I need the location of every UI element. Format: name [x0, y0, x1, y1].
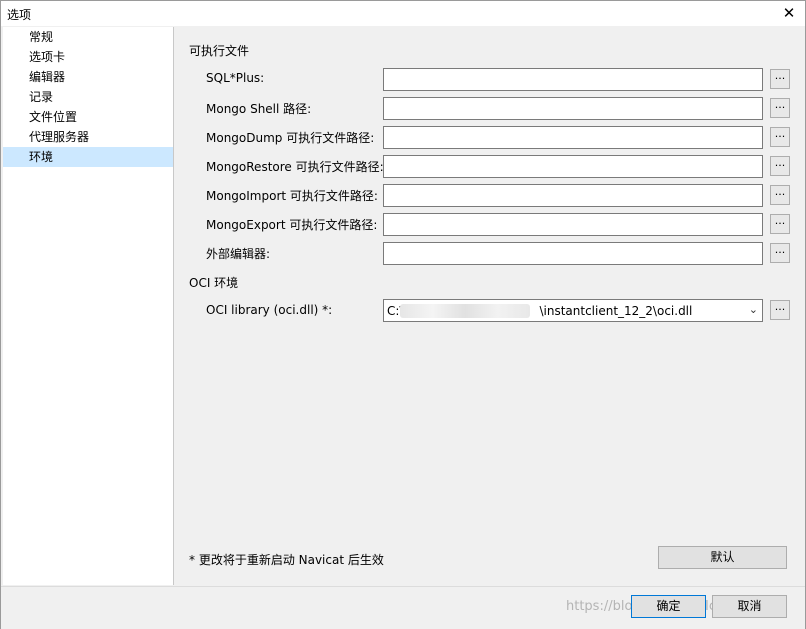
mongodump-label: MongoDump 可执行文件路径: [206, 131, 375, 145]
ok-button[interactable]: 确定 [631, 595, 706, 618]
oci-library-select[interactable]: C:\ \instantclient_12_2\oci.dll ⌄ [383, 299, 763, 322]
external-editor-path-input[interactable] [383, 242, 763, 265]
sidebar-item-file-location[interactable]: 文件位置 [3, 107, 173, 127]
dialog-button-bar: https://blog.csdn.net/Ic_noydvar 确定 取消 [1, 586, 805, 629]
category-list: 常规 选项卡 编辑器 记录 文件位置 代理服务器 环境 [3, 27, 174, 585]
mongo-shell-path-input[interactable] [383, 97, 763, 120]
sidebar-item-environment[interactable]: 环境 [3, 147, 173, 167]
sidebar-item-general[interactable]: 常规 [3, 27, 173, 47]
default-button[interactable]: 默认 [658, 546, 787, 569]
chevron-down-icon: ⌄ [748, 303, 758, 316]
sidebar-item-records[interactable]: 记录 [3, 87, 173, 107]
mongoimport-path-input[interactable] [383, 184, 763, 207]
mongodump-path-input[interactable] [383, 126, 763, 149]
mongoimport-label: MongoImport 可执行文件路径: [206, 189, 378, 203]
oci-library-label: OCI library (oci.dll) *: [206, 303, 333, 317]
mongoimport-browse-button[interactable]: ... [770, 185, 790, 205]
sqlplus-browse-button[interactable]: ... [770, 69, 790, 89]
mongoexport-path-input[interactable] [383, 213, 763, 236]
options-dialog: 选项 ✕ 常规 选项卡 编辑器 记录 文件位置 代理服务器 环境 可执行文件 S… [0, 0, 806, 629]
mongoexport-label: MongoExport 可执行文件路径: [206, 218, 378, 232]
sidebar-item-proxy[interactable]: 代理服务器 [3, 127, 173, 147]
mongorestore-browse-button[interactable]: ... [770, 156, 790, 176]
mongo-shell-browse-button[interactable]: ... [770, 98, 790, 118]
redacted-path-blur [400, 304, 530, 318]
close-icon[interactable]: ✕ [777, 3, 801, 23]
mongorestore-label: MongoRestore 可执行文件路径: [206, 160, 384, 174]
external-editor-browse-button[interactable]: ... [770, 243, 790, 263]
sqlplus-path-input[interactable] [383, 68, 763, 91]
sidebar-item-editor[interactable]: 编辑器 [3, 67, 173, 87]
mongoexport-browse-button[interactable]: ... [770, 214, 790, 234]
title-bar: 选项 ✕ [1, 1, 805, 26]
environment-panel: 可执行文件 SQL*Plus: ... Mongo Shell 路径: ... … [174, 27, 804, 585]
cancel-button[interactable]: 取消 [712, 595, 787, 618]
restart-note: * 更改将于重新启动 Navicat 后生效 [189, 553, 384, 567]
oci-library-suffix: \instantclient_12_2\oci.dll [539, 304, 693, 318]
external-editor-label: 外部编辑器: [206, 247, 271, 261]
mongo-shell-label: Mongo Shell 路径: [206, 102, 312, 116]
mongodump-browse-button[interactable]: ... [770, 127, 790, 147]
window-title: 选项 [7, 8, 32, 22]
sidebar-item-tabs[interactable]: 选项卡 [3, 47, 173, 67]
mongorestore-path-input[interactable] [383, 155, 763, 178]
oci-section-title: OCI 环境 [189, 276, 239, 290]
executables-section-title: 可执行文件 [189, 44, 250, 58]
oci-library-browse-button[interactable]: ... [770, 300, 790, 320]
sqlplus-label: SQL*Plus: [206, 71, 265, 85]
